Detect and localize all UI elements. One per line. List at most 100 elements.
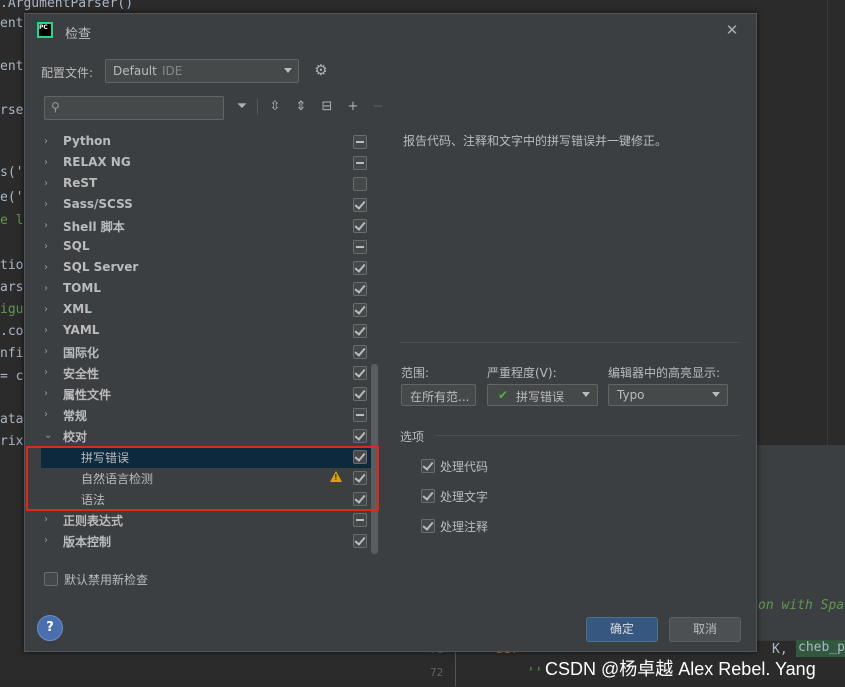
- tree-row[interactable]: › 国际化: [41, 342, 371, 363]
- tree-row[interactable]: › Python: [41, 132, 371, 153]
- tree-row-checkbox[interactable]: [353, 198, 367, 212]
- disable-new-checkbox[interactable]: [44, 572, 58, 586]
- collapse-all-icon[interactable]: ⇕: [291, 97, 311, 117]
- code-fragment: .ArgumentParser(): [0, 0, 134, 11]
- tree-row-checkbox[interactable]: [353, 156, 367, 170]
- expand-all-icon[interactable]: ⇳: [265, 97, 285, 117]
- dialog-title: 检查: [65, 27, 92, 42]
- tree-row[interactable]: › 版本控制: [41, 531, 371, 552]
- chevron-right-icon[interactable]: ›: [44, 199, 48, 210]
- cancel-button[interactable]: 取消: [669, 617, 741, 642]
- tree-row-label: TOML: [63, 281, 101, 295]
- chevron-right-icon[interactable]: ›: [44, 388, 48, 399]
- tree-row[interactable]: › ReST: [41, 174, 371, 195]
- help-button[interactable]: ?: [37, 615, 63, 641]
- tree-row[interactable]: › XML: [41, 300, 371, 321]
- chevron-right-icon[interactable]: ›: [44, 157, 48, 168]
- close-icon[interactable]: ✕: [722, 20, 742, 40]
- chevron-right-icon[interactable]: ›: [44, 409, 48, 420]
- chevron-right-icon[interactable]: ›: [44, 304, 48, 315]
- tree-row[interactable]: › TOML: [41, 279, 371, 300]
- chevron-right-icon[interactable]: ›: [44, 283, 48, 294]
- process-comments-checkbox[interactable]: [421, 519, 435, 533]
- code-fragment: ent: [0, 16, 24, 31]
- profile-label: 配置文件:: [41, 66, 94, 80]
- chevron-right-icon[interactable]: ›: [44, 136, 48, 147]
- chevron-right-icon[interactable]: ›: [44, 346, 48, 357]
- tree-row-checkbox[interactable]: [353, 135, 367, 149]
- tree-row[interactable]: › RELAX NG: [41, 153, 371, 174]
- options-separator: [435, 435, 740, 436]
- reset-icon[interactable]: ⊟: [317, 97, 337, 117]
- gear-icon[interactable]: ⚙: [312, 61, 330, 79]
- tree-row[interactable]: › Shell 脚本: [41, 216, 371, 237]
- tree-row-label: YAML: [63, 323, 100, 337]
- tree-row-checkbox[interactable]: [353, 219, 367, 233]
- process-text-label: 处理文字: [440, 490, 489, 504]
- code-fragment: ent: [0, 59, 24, 74]
- tree-row-checkbox[interactable]: [353, 177, 367, 191]
- tree-row-label: 校对: [63, 430, 88, 444]
- dialog-titlebar: PC 检查 ✕: [25, 14, 756, 47]
- tree-row-label: Shell 脚本: [63, 220, 125, 234]
- tree-row[interactable]: › SQL: [41, 237, 371, 258]
- tree-row[interactable]: › 常规: [41, 405, 371, 426]
- tree-row-checkbox[interactable]: [353, 303, 367, 317]
- chevron-down-icon: [284, 68, 292, 73]
- tree-row-checkbox[interactable]: [353, 387, 367, 401]
- tree-row-checkbox[interactable]: [353, 366, 367, 380]
- tree-row[interactable]: ⌄ 校对: [41, 426, 371, 447]
- tree-row-checkbox[interactable]: [353, 534, 367, 548]
- tree-row-checkbox[interactable]: [353, 282, 367, 296]
- search-input[interactable]: ⚲: [44, 96, 224, 120]
- tree-row-label: 正则表达式: [63, 514, 124, 528]
- tree-row-label: 属性文件: [63, 388, 112, 402]
- code-fragment: e(': [0, 190, 24, 205]
- code-fragment: .co: [0, 324, 24, 339]
- profile-value: Default: [113, 64, 157, 78]
- tree-row[interactable]: › 正则表达式: [41, 510, 371, 531]
- tree-row-checkbox[interactable]: [353, 408, 367, 422]
- disable-new-label: 默认禁用新检查: [64, 573, 149, 587]
- chevron-right-icon[interactable]: ›: [44, 535, 48, 546]
- tree-row[interactable]: › Sass/SCSS: [41, 195, 371, 216]
- remove-icon[interactable]: −: [368, 97, 388, 117]
- chevron-right-icon[interactable]: ›: [44, 241, 48, 252]
- ok-button[interactable]: 确定: [586, 617, 658, 642]
- tree-row-checkbox[interactable]: [353, 429, 367, 443]
- profile-dropdown[interactable]: Default IDE: [105, 59, 299, 83]
- severity-label: 严重程度(V):: [487, 366, 557, 380]
- tree-row-checkbox[interactable]: [353, 513, 367, 527]
- process-code-checkbox[interactable]: [421, 459, 435, 473]
- chevron-right-icon[interactable]: ›: [44, 325, 48, 336]
- chevron-right-icon[interactable]: ›: [44, 220, 48, 231]
- tree-row-label: 常规: [63, 409, 88, 423]
- tree-row-checkbox[interactable]: [353, 324, 367, 338]
- tree-row[interactable]: › 安全性: [41, 363, 371, 384]
- tree-row-checkbox[interactable]: [353, 261, 367, 275]
- chevron-right-icon[interactable]: ›: [44, 178, 48, 189]
- process-text-checkbox[interactable]: [421, 489, 435, 503]
- highlight-dropdown[interactable]: Typo: [608, 384, 728, 406]
- chevron-right-icon[interactable]: ›: [44, 514, 48, 525]
- tree-row-checkbox[interactable]: [353, 345, 367, 359]
- chevron-right-icon[interactable]: ›: [44, 367, 48, 378]
- code-comment-fragment: on with Spa: [758, 598, 845, 613]
- tree-row[interactable]: › 属性文件: [41, 384, 371, 405]
- tree-row[interactable]: › YAML: [41, 321, 371, 342]
- tree-row-label: SQL Server: [63, 260, 139, 274]
- add-icon[interactable]: +: [343, 97, 363, 117]
- chevron-right-icon[interactable]: ›: [44, 262, 48, 273]
- chevron-down-icon[interactable]: ⌄: [44, 430, 52, 441]
- scope-dropdown[interactable]: 在所有范...: [401, 384, 476, 406]
- tree-row-label: Sass/SCSS: [63, 197, 133, 211]
- severity-dropdown[interactable]: ✔ 拼写错误: [487, 384, 598, 406]
- typo-check-icon: ✔: [498, 388, 509, 402]
- tree-row-label: Python: [63, 134, 111, 148]
- tree-row-checkbox[interactable]: [353, 240, 367, 254]
- tree-row[interactable]: › SQL Server: [41, 258, 371, 279]
- tree-row-label: ReST: [63, 176, 98, 190]
- csdn-watermark: CSDN @杨卓越 Alex Rebel. Yang: [545, 659, 816, 679]
- filter-icon[interactable]: ⏷: [232, 97, 252, 117]
- toolbar-separator: [257, 99, 258, 115]
